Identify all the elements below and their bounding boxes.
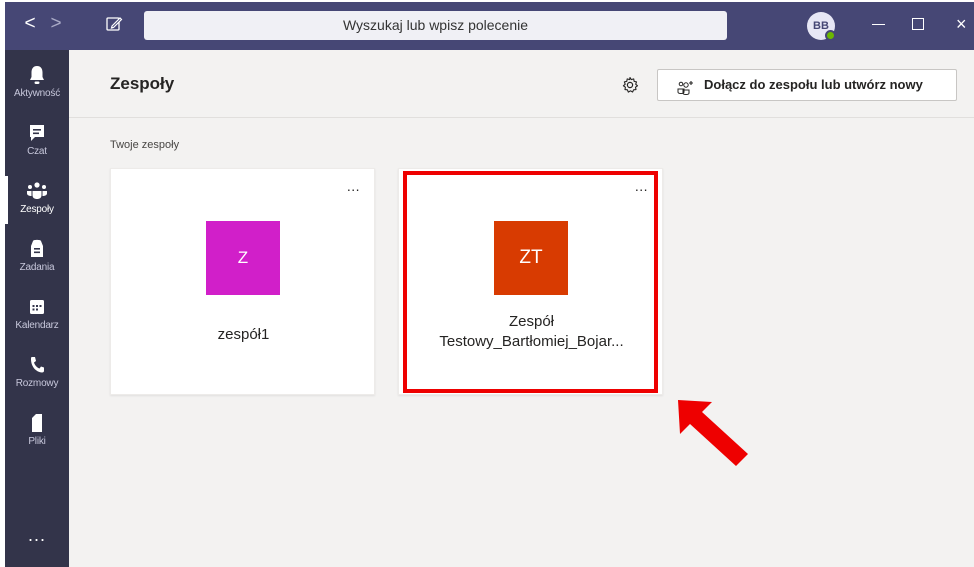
rail-item-chat[interactable]: Czat bbox=[5, 114, 69, 170]
rail-label: Aktywność bbox=[14, 88, 60, 99]
more-options-button[interactable]: ... bbox=[347, 179, 360, 193]
status-available-icon bbox=[825, 30, 836, 41]
minimize-icon[interactable] bbox=[872, 24, 885, 25]
search-input[interactable]: Wyszukaj lub wpisz polecenie bbox=[144, 11, 727, 40]
phone-icon bbox=[5, 354, 69, 378]
calendar-icon bbox=[5, 296, 69, 320]
close-icon[interactable]: × bbox=[956, 12, 974, 36]
join-button-label: Dołącz do zespołu lub utwórz nowy bbox=[704, 77, 923, 92]
page-title: Zespoły bbox=[110, 74, 175, 93]
add-team-icon bbox=[676, 77, 694, 95]
rail-item-calendar[interactable]: Kalendarz bbox=[5, 288, 69, 344]
rail-label: Zespoły bbox=[20, 204, 54, 215]
rail-item-teams[interactable]: Zespoły bbox=[5, 172, 69, 228]
rail-item-assignments[interactable]: Zadania bbox=[5, 230, 69, 286]
file-icon bbox=[5, 412, 69, 436]
team-name: zespół1 bbox=[217, 326, 270, 343]
rail-label: Zadania bbox=[19, 262, 55, 273]
forward-button[interactable]: > bbox=[46, 13, 66, 35]
rail-item-calls[interactable]: Rozmowy bbox=[5, 346, 69, 402]
rail-label: Kalendarz bbox=[15, 320, 59, 331]
teams-icon bbox=[5, 180, 69, 204]
team-card[interactable]: ... Z zespół1 bbox=[110, 168, 375, 395]
rail-label: Pliki bbox=[28, 436, 46, 447]
bell-icon bbox=[5, 64, 69, 88]
rail-label: Czat bbox=[27, 146, 47, 157]
join-or-create-team-button[interactable]: Dołącz do zespołu lub utwórz nowy bbox=[657, 69, 957, 101]
back-button[interactable]: < bbox=[20, 13, 40, 35]
rail-item-activity[interactable]: Aktywność bbox=[5, 56, 69, 112]
highlight-box bbox=[403, 171, 658, 393]
pointer-arrow-icon bbox=[670, 392, 760, 472]
team-avatar: Z bbox=[206, 221, 280, 295]
rail-label: Rozmowy bbox=[15, 378, 59, 389]
section-label-your-teams: Twoje zespoły bbox=[110, 139, 180, 151]
more-apps-button[interactable]: ... bbox=[5, 526, 69, 544]
gear-icon[interactable] bbox=[621, 76, 639, 94]
rail-item-files[interactable]: Pliki bbox=[5, 404, 69, 460]
new-chat-icon[interactable] bbox=[104, 14, 124, 34]
app-rail: Aktywność Czat Zespoły Zadania Kalendarz… bbox=[5, 50, 69, 567]
chat-icon bbox=[5, 122, 69, 146]
maximize-icon[interactable] bbox=[912, 18, 924, 30]
assignments-icon bbox=[5, 238, 69, 262]
